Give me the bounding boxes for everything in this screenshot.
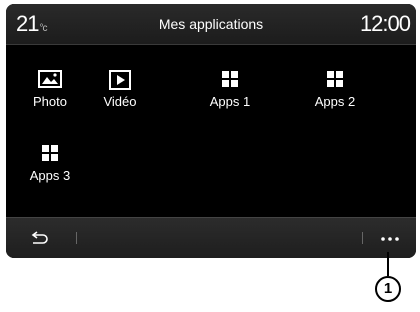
more-options-button[interactable] bbox=[368, 226, 408, 250]
status-bar: 21°c Mes applications 12:00 bbox=[6, 4, 416, 45]
app-apps-3[interactable]: Apps 3 bbox=[10, 144, 90, 183]
divider bbox=[76, 232, 77, 244]
app-photo[interactable]: Photo bbox=[10, 70, 90, 109]
apps-grid-icon bbox=[295, 70, 375, 90]
app-label: Apps 1 bbox=[209, 94, 251, 109]
callout-line bbox=[387, 252, 389, 276]
app-label: Apps 3 bbox=[29, 168, 71, 183]
app-label: Vidéo bbox=[103, 94, 137, 109]
app-apps-2[interactable]: Apps 2 bbox=[295, 70, 375, 109]
apps-grid-icon bbox=[10, 144, 90, 164]
clock: 12:00 bbox=[359, 11, 411, 36]
app-label: Apps 2 bbox=[314, 94, 356, 109]
divider bbox=[362, 232, 363, 244]
app-apps-1[interactable]: Apps 1 bbox=[190, 70, 270, 109]
back-button[interactable] bbox=[22, 226, 62, 250]
callout-marker: 1 bbox=[375, 276, 401, 302]
infotainment-screen: 21°c Mes applications 12:00 Photo Vidéo bbox=[6, 4, 416, 258]
photo-icon bbox=[10, 70, 90, 90]
page-title: Mes applications bbox=[158, 16, 264, 32]
app-video[interactable]: Vidéo bbox=[80, 70, 160, 109]
video-icon bbox=[80, 70, 160, 90]
apps-grid-icon bbox=[190, 70, 270, 90]
bottom-bar bbox=[6, 217, 416, 258]
app-label: Photo bbox=[33, 94, 67, 109]
